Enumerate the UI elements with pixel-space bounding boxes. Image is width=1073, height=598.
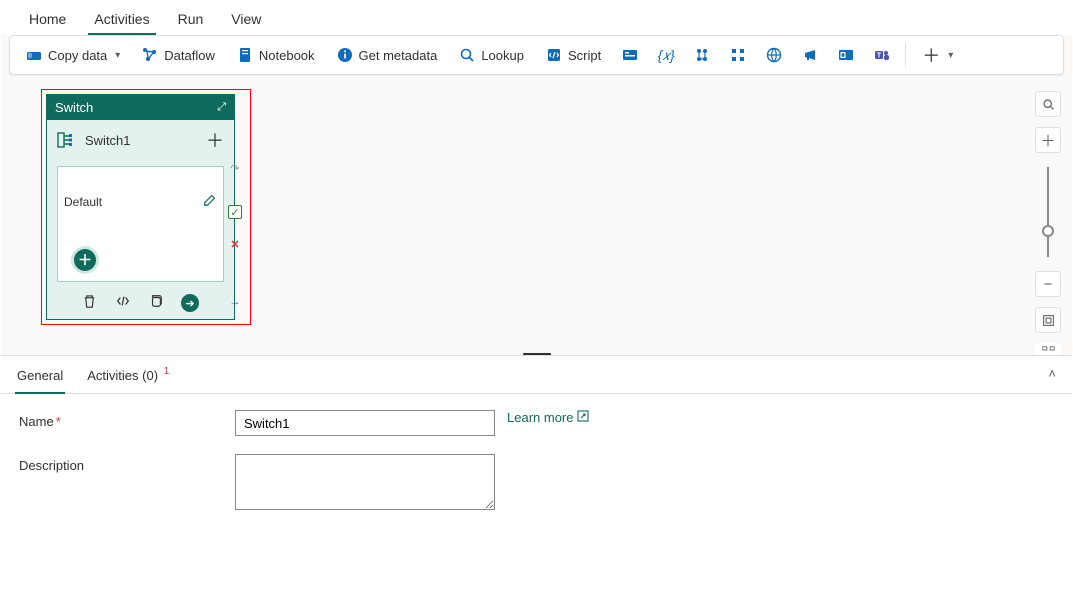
- menu-activities[interactable]: Activities: [80, 3, 163, 35]
- toolbar-icon-1[interactable]: [613, 47, 647, 63]
- toolbar-teams-icon[interactable]: T: [865, 47, 899, 63]
- default-case-box[interactable]: Default ＋: [57, 166, 224, 282]
- copy-icon[interactable]: [149, 294, 163, 313]
- zoom-controls: ＋ −: [1034, 91, 1062, 355]
- toolbar-icon-3[interactable]: [685, 47, 719, 63]
- zoom-in-button[interactable]: ＋: [1035, 127, 1061, 153]
- switch-node-name: Switch1: [85, 133, 131, 148]
- notebook-icon: [237, 47, 253, 63]
- general-form: Name* Learn more Description: [1, 394, 1072, 544]
- toolbar-dataflow-label: Dataflow: [164, 48, 215, 63]
- toolbar-copy-data-label: Copy data: [48, 48, 107, 63]
- external-link-icon: [577, 410, 589, 425]
- switch-activity-node[interactable]: Switch ⤢ Switch1 ＋ Default: [46, 94, 235, 320]
- switch-node-header[interactable]: Switch ⤢: [47, 95, 234, 120]
- toolbar-script[interactable]: Script: [536, 43, 611, 67]
- search-icon: [459, 47, 475, 63]
- node-action-bar: ➔: [47, 288, 234, 319]
- tab-general[interactable]: General: [15, 362, 65, 393]
- toolbar-getmeta-label: Get metadata: [359, 48, 438, 63]
- zoom-slider[interactable]: [1047, 167, 1049, 257]
- toolbar-get-metadata[interactable]: Get metadata: [327, 43, 448, 67]
- menu-view[interactable]: View: [217, 3, 275, 35]
- name-label: Name*: [19, 410, 235, 429]
- chevron-down-icon: ▾: [115, 50, 120, 61]
- tab-activities-badge: 1: [164, 366, 170, 377]
- toolbar-variable-icon[interactable]: {𝑥}: [649, 47, 683, 64]
- description-label: Description: [19, 454, 235, 473]
- toolbar-dataflow[interactable]: Dataflow: [132, 43, 225, 67]
- main-menu: Home Activities Run View: [1, 1, 1072, 35]
- zoom-slider-thumb[interactable]: [1042, 225, 1054, 237]
- info-icon: [337, 47, 353, 63]
- handle-skip-icon[interactable]: ↷: [228, 161, 242, 175]
- handle-success-icon[interactable]: ✓: [228, 205, 242, 219]
- collapse-panel-icon[interactable]: ˄: [1048, 366, 1056, 381]
- chevron-down-icon: ▾: [948, 50, 953, 61]
- properties-panel: General Activities (0) 1 ˄ Name* Learn m…: [1, 355, 1072, 597]
- toolbar-lookup-label: Lookup: [481, 48, 524, 63]
- delete-icon[interactable]: [82, 294, 97, 313]
- toolbar-add-button[interactable]: ＋▾: [912, 38, 963, 72]
- dataflow-icon: [142, 47, 158, 63]
- toolbar-megaphone-icon[interactable]: [793, 47, 827, 63]
- fit-screen-button[interactable]: [1035, 307, 1061, 333]
- svg-text:T: T: [877, 53, 882, 60]
- activities-toolbar: Copy data ▾ Dataflow Notebook Get metada…: [9, 35, 1064, 75]
- name-input[interactable]: [235, 410, 495, 436]
- expand-icon[interactable]: ⤢: [217, 101, 226, 114]
- add-case-button[interactable]: ＋: [206, 127, 224, 153]
- canvas-search-button[interactable]: [1035, 91, 1061, 117]
- required-marker: *: [56, 414, 61, 429]
- code-icon[interactable]: [115, 294, 131, 313]
- menu-home[interactable]: Home: [15, 3, 80, 35]
- switch-node-title: Switch: [55, 100, 93, 115]
- add-activity-button[interactable]: ＋: [74, 249, 96, 271]
- tab-activities-label: Activities: [87, 368, 138, 383]
- handle-failure-icon[interactable]: ✕: [228, 237, 242, 251]
- switch-icon: [57, 130, 77, 150]
- toolbar-icon-4[interactable]: [721, 47, 755, 63]
- switch-node-body: Switch1 ＋ Default ＋: [47, 120, 234, 288]
- toolbar-outlook-icon[interactable]: [829, 47, 863, 63]
- tab-activities[interactable]: Activities (0) 1: [85, 362, 169, 393]
- script-icon: [546, 47, 562, 63]
- toolbar-separator: [905, 43, 906, 67]
- toolbar-script-label: Script: [568, 48, 601, 63]
- copy-data-icon: [26, 47, 42, 63]
- run-icon[interactable]: ➔: [181, 294, 199, 312]
- description-input[interactable]: [235, 454, 495, 510]
- menu-run[interactable]: Run: [164, 3, 218, 35]
- default-case-label: Default: [64, 195, 102, 209]
- selection-frame: Switch ⤢ Switch1 ＋ Default: [41, 89, 251, 325]
- handle-completion-icon[interactable]: →: [228, 295, 242, 309]
- toolbar-lookup[interactable]: Lookup: [449, 43, 534, 67]
- zoom-out-button[interactable]: −: [1035, 271, 1061, 297]
- tab-activities-count: (0): [142, 368, 158, 383]
- toolbar-notebook[interactable]: Notebook: [227, 43, 325, 67]
- more-canvas-button[interactable]: [1035, 343, 1061, 355]
- pipeline-canvas[interactable]: Switch ⤢ Switch1 ＋ Default: [1, 77, 1072, 355]
- edit-icon[interactable]: [203, 193, 217, 210]
- toolbar-copy-data[interactable]: Copy data ▾: [16, 43, 130, 67]
- properties-tabs: General Activities (0) 1 ˄: [1, 356, 1072, 394]
- toolbar-web-icon[interactable]: [757, 47, 791, 63]
- name-label-text: Name: [19, 414, 54, 429]
- learn-more-text: Learn more: [507, 410, 573, 425]
- toolbar-notebook-label: Notebook: [259, 48, 315, 63]
- learn-more-link[interactable]: Learn more: [507, 410, 589, 425]
